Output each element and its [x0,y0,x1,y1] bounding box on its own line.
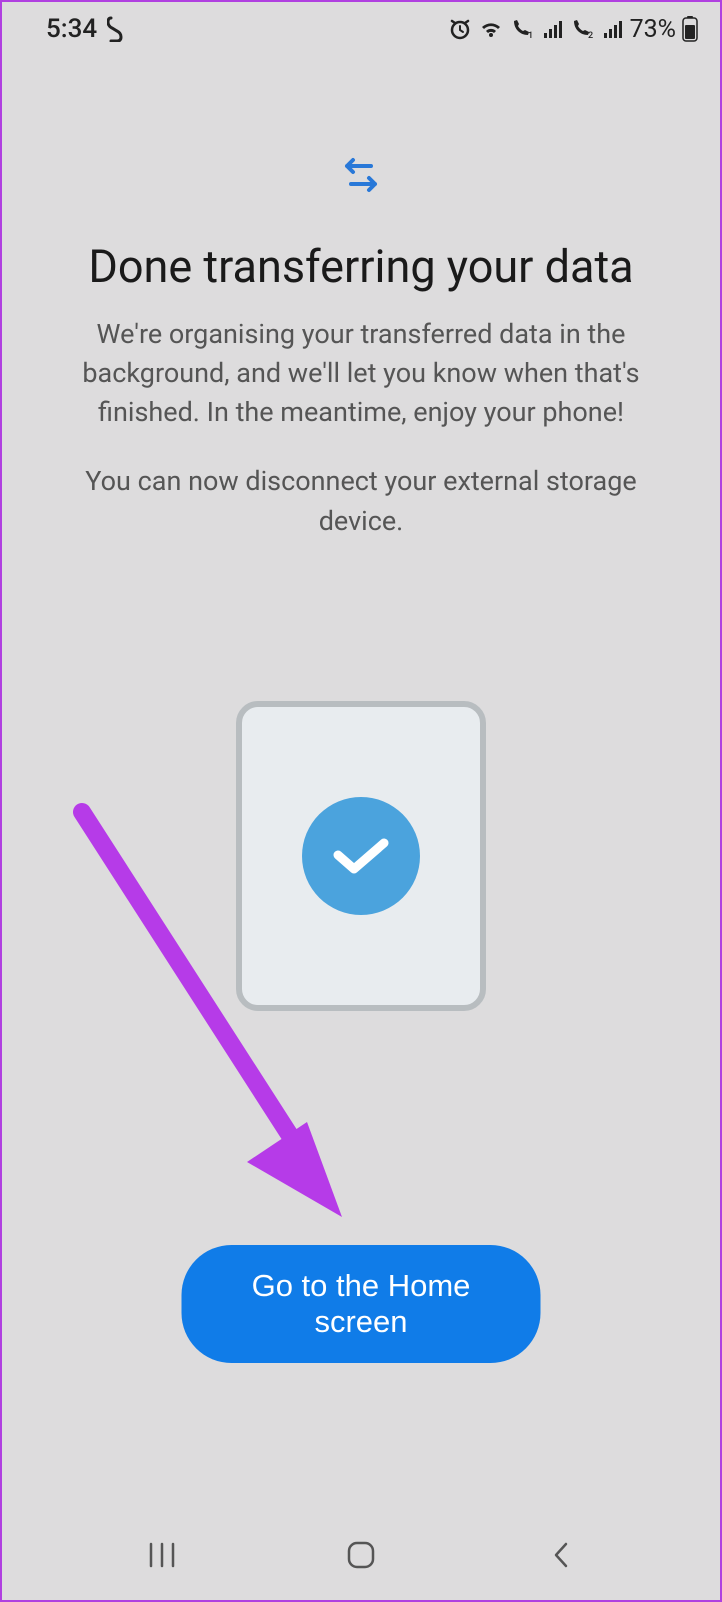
phone-illustration [236,701,486,1011]
sim2-call-icon: 2 [570,18,596,40]
status-right: 1 2 73% [448,15,698,44]
status-left: 5:34 [46,14,125,44]
navigation-bar [2,1510,720,1600]
transfer-arrows-icon [339,156,383,200]
app-indicator-icon [107,16,125,42]
wifi-icon [478,18,504,40]
page-subdescription: You can now disconnect your external sto… [42,462,680,540]
battery-icon [682,16,698,42]
success-checkmark-icon [302,797,420,915]
status-time: 5:34 [46,14,97,44]
signal1-icon [542,19,564,39]
page-description: We're organising your transferred data i… [42,315,680,432]
battery-percentage: 73% [630,15,676,44]
home-screen-button[interactable]: Go to the Home screen [182,1245,541,1363]
sim1-call-icon: 1 [510,18,536,40]
svg-text:1: 1 [528,31,533,40]
home-button[interactable] [331,1535,391,1575]
svg-text:2: 2 [588,31,593,40]
signal2-icon [602,19,624,39]
back-button[interactable] [530,1535,590,1575]
recents-button[interactable] [132,1535,192,1575]
main-content: Done transferring your data We're organi… [2,56,720,1011]
alarm-icon [448,17,472,41]
status-bar: 5:34 1 2 73% [2,2,720,56]
page-title: Done transferring your data [88,240,633,293]
